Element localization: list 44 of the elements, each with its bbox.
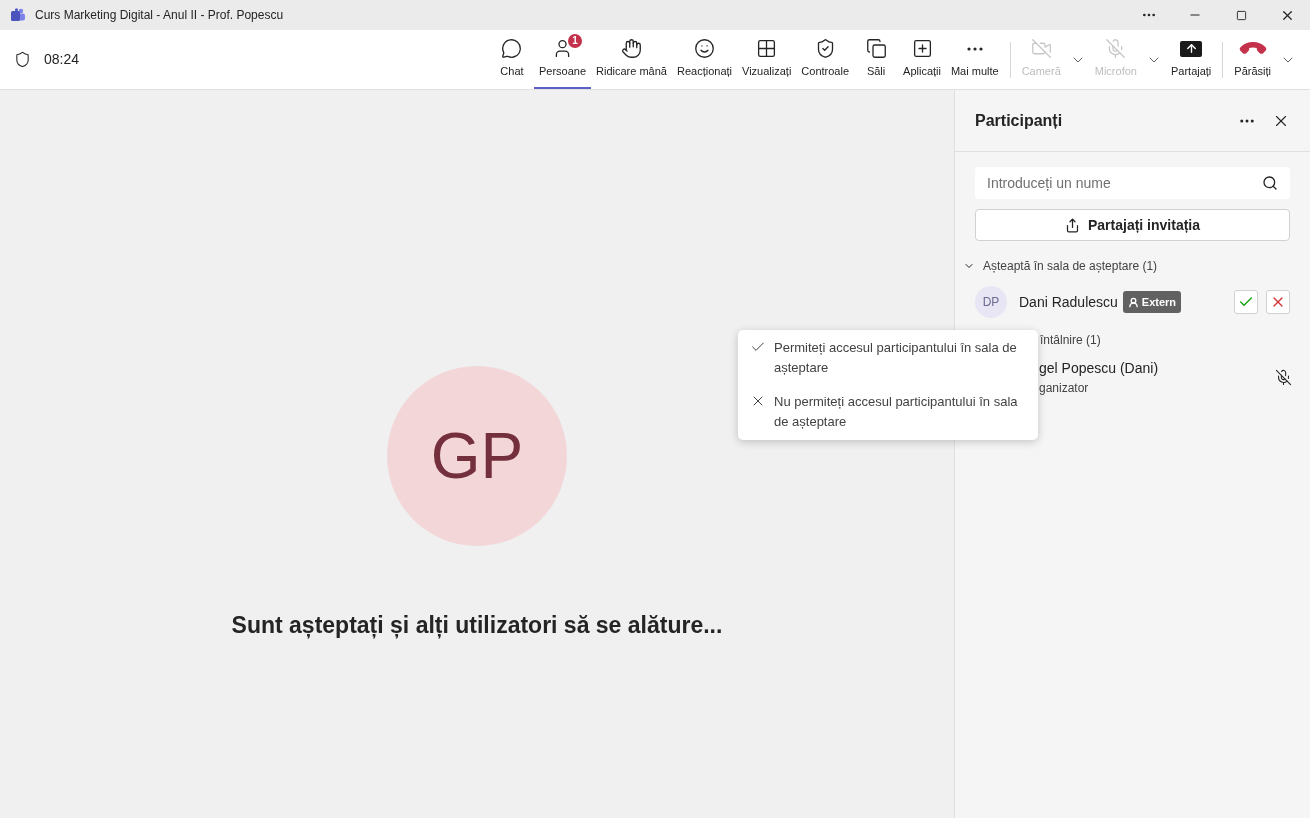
external-badge: Extern <box>1122 291 1182 313</box>
toolbar-button[interactable]: Reacționați <box>671 30 737 89</box>
camera-off-icon <box>1030 38 1052 60</box>
toolbar-button[interactable]: Controale <box>796 30 855 89</box>
search-icon <box>1262 175 1278 191</box>
menu-item[interactable]: Nu permiteți accesul participantului în sala de așteptare <box>774 392 1026 432</box>
window-title: Curs Marketing Digital - Anul II - Prof. Popescu <box>35 7 284 24</box>
share-icon <box>1064 217 1080 233</box>
person-avatar: DP <box>975 286 1007 318</box>
toolbar-button[interactable]: Vizualizați <box>737 30 797 89</box>
toolbar-button[interactable]: Chat <box>489 30 534 89</box>
more-icon <box>966 46 983 51</box>
grid-icon <box>756 38 778 60</box>
deny-button[interactable] <box>1266 290 1290 314</box>
search-field[interactable]: Introduceți un nume <box>975 167 1290 199</box>
hand-icon <box>621 38 642 60</box>
waiting-message: Sunt așteptați și alți utilizatori să se alăture... <box>231 611 723 641</box>
share-screen-icon <box>1180 40 1203 57</box>
share-invite-button[interactable]: Partajați invitația <box>975 209 1290 241</box>
toolbar-button[interactable]: Aplicații <box>898 30 946 89</box>
toolbar-button[interactable]: Mai multe <box>945 30 1004 89</box>
person-name: Dani Radulescu <box>1019 292 1118 312</box>
section-header: întâlnire (1) <box>1040 332 1101 349</box>
section-header: Așteaptă în sala de așteptare (1) <box>983 258 1158 275</box>
admit-button[interactable] <box>1234 290 1258 314</box>
person-name: gel Popescu (Dani) <box>1039 359 1159 378</box>
plus-square-icon <box>911 38 933 60</box>
toolbar-button[interactable]: 1 Persoane <box>533 30 592 89</box>
person-role: ganizator <box>1039 380 1090 397</box>
notification-badge: 1 <box>568 33 582 48</box>
menu-item[interactable]: Permiteți accesul participantului în sala de așteptare <box>774 338 1026 378</box>
chat-icon <box>501 38 523 60</box>
mic-off-icon <box>1105 38 1127 60</box>
panel-title: Participanți <box>975 110 1063 131</box>
meeting-timer: 08:24 <box>44 50 80 69</box>
smiley-icon <box>694 38 715 60</box>
squares-icon <box>865 38 887 60</box>
toolbar-button[interactable]: Săli <box>854 30 899 89</box>
avatar: GP <box>387 366 567 546</box>
shield-icon <box>14 51 31 68</box>
toolbar-button[interactable]: Părăsiți <box>1229 30 1276 89</box>
toolbar-button[interactable]: Ridicare mână <box>591 30 672 89</box>
toolbar-button[interactable]: Partajați <box>1165 30 1217 89</box>
app-logo-icon <box>10 8 26 22</box>
